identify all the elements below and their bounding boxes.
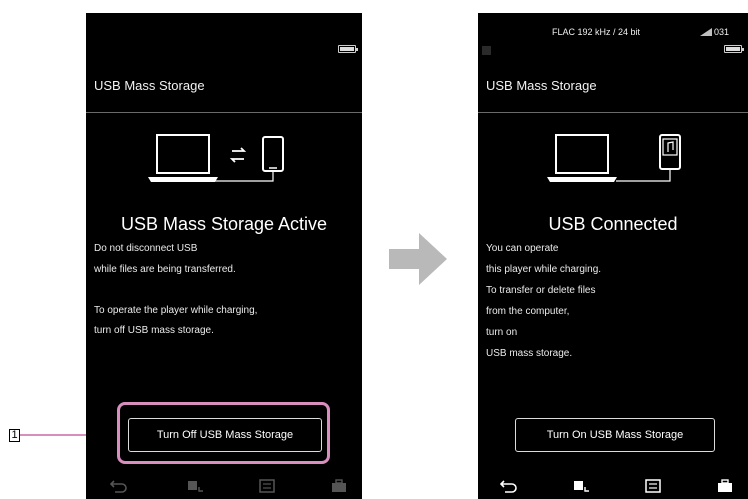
hold-icon [482, 46, 491, 55]
status-bar [86, 13, 362, 63]
library-icon[interactable] [644, 477, 662, 495]
message-line: turn on [486, 327, 518, 338]
callout-number-box: 1 [9, 429, 20, 442]
player-device-icon [214, 136, 284, 182]
message-line: You can operate [486, 243, 559, 254]
laptop-icon [148, 134, 218, 182]
laptop-icon [547, 134, 617, 182]
audio-format-status: FLAC 192 kHz / 24 bit [552, 27, 641, 37]
battery-icon [338, 45, 358, 53]
turn-on-usb-mass-storage-button[interactable]: Turn On USB Mass Storage [515, 418, 715, 452]
now-playing-icon[interactable] [186, 477, 204, 495]
divider [478, 112, 748, 113]
status-heading: USB Connected [548, 214, 678, 234]
back-icon[interactable] [500, 477, 518, 495]
bottom-nav [478, 473, 748, 499]
message-line: Do not disconnect USB [94, 243, 198, 254]
laptop-transfer-illustration [148, 134, 284, 182]
message-line: To operate the player while charging, [94, 305, 258, 316]
signal-text: 031 [714, 27, 730, 37]
divider [86, 112, 362, 113]
page-title: USB Mass Storage [486, 78, 597, 93]
message-line: while files are being transferred. [94, 264, 236, 275]
now-playing-icon[interactable] [572, 477, 590, 495]
message-line: USB mass storage. [486, 348, 573, 359]
signal-icon [700, 28, 712, 36]
player-music-icon [616, 134, 681, 182]
message-line: from the computer, [486, 306, 570, 317]
bottom-nav [86, 473, 362, 499]
options-icon[interactable] [716, 477, 734, 495]
laptop-connected-illustration [547, 134, 681, 182]
button-highlight-frame [117, 402, 330, 464]
options-icon[interactable] [330, 477, 348, 495]
transfer-arrows-icon [229, 147, 247, 163]
page-title: USB Mass Storage [94, 78, 205, 93]
battery-icon [724, 45, 744, 53]
right-device-screen: FLAC 192 kHz / 24 bit 031 USB Mass Stora… [478, 13, 748, 499]
message-line: this player while charging. [486, 264, 602, 275]
arrow-right-icon [389, 233, 447, 285]
library-icon[interactable] [258, 477, 276, 495]
back-icon[interactable] [110, 477, 128, 495]
message-line: To transfer or delete files [486, 285, 596, 296]
status-bar: FLAC 192 kHz / 24 bit 031 [478, 13, 748, 63]
message-line: turn off USB mass storage. [94, 325, 214, 336]
status-heading: USB Mass Storage Active [120, 214, 328, 234]
